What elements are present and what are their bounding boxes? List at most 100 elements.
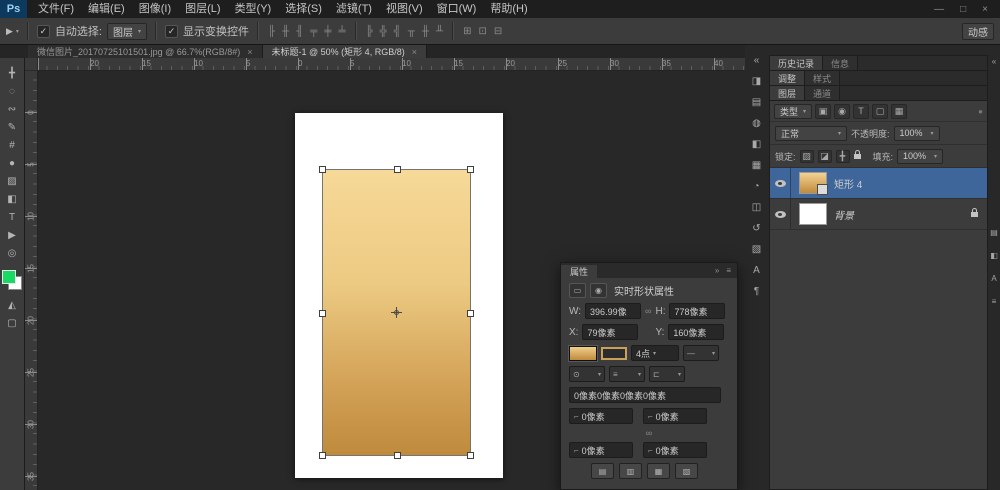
menu-filter[interactable]: 滤镜(T) — [329, 0, 379, 18]
tab-adjustments[interactable]: 调整 — [770, 71, 805, 85]
menu-image[interactable]: 图像(I) — [132, 0, 178, 18]
vertical-ruler[interactable]: 0 5 10 15 20 25 30 35 — [25, 70, 38, 490]
corner-radius-field-tl[interactable]: ⌐ 0像素 — [569, 408, 633, 424]
path-op-exclude-icon[interactable]: ▧ — [675, 463, 698, 479]
tab-info[interactable]: 信息 — [823, 56, 858, 70]
menu-file[interactable]: 文件(F) — [31, 0, 81, 18]
tool-preset-picker[interactable]: ▶ ▾ — [6, 26, 19, 37]
path-op-intersect-icon[interactable]: ▦ — [647, 463, 670, 479]
info-panel-icon[interactable]: ◍ — [752, 118, 761, 129]
filter-toggle-icon[interactable]: ● — [978, 107, 983, 116]
tab-history[interactable]: 历史记录 — [770, 56, 823, 70]
character-panel-icon[interactable]: A — [753, 265, 760, 276]
path-selection-tool[interactable]: ▶ — [0, 226, 25, 244]
lock-transparency-icon[interactable]: ▨ — [800, 150, 814, 163]
rectangle-shape[interactable] — [323, 170, 470, 455]
filter-adjustment-layers-icon[interactable]: ◉ — [834, 104, 850, 119]
layer-row-background[interactable]: 背景 — [770, 199, 987, 230]
close-tab-icon[interactable]: × — [412, 47, 417, 57]
filter-type-layers-icon[interactable]: T — [853, 104, 869, 119]
lock-position-icon[interactable]: ╋ — [836, 150, 850, 163]
brush-tool[interactable]: ● — [0, 154, 25, 172]
document-canvas[interactable] — [295, 113, 503, 478]
align-middle-icon[interactable]: ╪ — [323, 26, 332, 37]
panel-menu-icon[interactable]: ≡ — [726, 266, 731, 275]
quick-selection-tool[interactable]: ✎ — [0, 118, 25, 136]
lock-pixels-icon[interactable]: ◪ — [818, 150, 832, 163]
align-left-icon[interactable]: ╟ — [267, 26, 276, 37]
auto-select-dropdown[interactable]: 图层 ▾ — [107, 23, 147, 40]
paragraph-panel-icon[interactable]: ¶ — [754, 286, 759, 297]
distribute-left-icon[interactable]: ╥ — [407, 26, 416, 37]
workspace-switcher[interactable]: 动感 — [962, 23, 994, 40]
corner-radius-field-tr[interactable]: ⌐ 0像素 — [643, 408, 707, 424]
stroke-corners-dropdown[interactable]: ⊏ ▾ — [649, 366, 685, 382]
stroke-width-field[interactable]: 4点 ▾ — [631, 345, 679, 361]
type-tool[interactable]: T — [0, 208, 25, 226]
tab-channels[interactable]: 通道 — [805, 86, 840, 100]
collapse-panels-icon[interactable]: « — [754, 55, 760, 66]
foreground-color-swatch[interactable] — [2, 270, 16, 284]
layer-thumbnail[interactable] — [799, 203, 827, 225]
transform-handle[interactable] — [467, 166, 474, 173]
color-panel-icon[interactable]: ◧ — [990, 251, 998, 260]
transform-handle[interactable] — [394, 166, 401, 173]
layer-thumbnail[interactable] — [799, 172, 827, 194]
navigator-panel-icon[interactable]: ◨ — [752, 76, 761, 87]
stroke-align-dropdown[interactable]: ⊙ ▾ — [569, 366, 605, 382]
marquee-tool[interactable]: ◌ — [0, 82, 25, 100]
swatches-panel-icon[interactable]: ▤ — [990, 228, 998, 237]
adjustments-panel-icon[interactable]: ◔ — [753, 181, 759, 192]
transform-handle[interactable] — [319, 310, 326, 317]
stroke-style-dropdown[interactable]: — ▾ — [683, 345, 719, 361]
eye-icon[interactable] — [775, 180, 786, 187]
tab-properties[interactable]: 属性 — [561, 265, 597, 278]
layer-row-rectangle-4[interactable]: 矩形 4 — [770, 168, 987, 199]
screen-mode-icon[interactable]: ▢ — [0, 314, 25, 332]
eye-icon[interactable] — [775, 211, 786, 218]
x-field[interactable]: 79像素 — [582, 324, 638, 340]
corner-radius-field-bl[interactable]: ⌐ 0像素 — [569, 442, 633, 458]
layer-filter-dropdown[interactable]: 类型 ▾ — [774, 104, 812, 119]
crop-tool[interactable]: # — [0, 136, 25, 154]
move-tool[interactable]: ╋ — [0, 64, 25, 82]
transform-handle[interactable] — [394, 452, 401, 459]
link-dimensions-icon[interactable]: ∞ — [645, 306, 651, 316]
transform-handle[interactable] — [319, 452, 326, 459]
distribute-center-icon[interactable]: ╫ — [421, 26, 430, 37]
arrange-icon[interactable]: ⊟ — [493, 26, 503, 37]
filter-smart-objects-icon[interactable]: ▦ — [891, 104, 907, 119]
align-bottom-icon[interactable]: ╧ — [337, 26, 346, 37]
menu-view[interactable]: 视图(V) — [379, 0, 430, 18]
menu-type[interactable]: 类型(Y) — [228, 0, 279, 18]
menu-window[interactable]: 窗口(W) — [430, 0, 484, 18]
menu-select[interactable]: 选择(S) — [278, 0, 329, 18]
stroke-caps-dropdown[interactable]: ≡ ▾ — [609, 366, 645, 382]
filter-pixel-layers-icon[interactable]: ▣ — [815, 104, 831, 119]
collapse-panels-icon[interactable]: « — [992, 57, 996, 66]
restore-button[interactable]: □ — [960, 4, 966, 15]
layer-visibility-cell[interactable] — [770, 199, 791, 229]
panel-menu-icon[interactable]: ≡ — [992, 297, 997, 306]
color-panel-icon[interactable]: ◧ — [752, 139, 761, 150]
lasso-tool[interactable]: ∾ — [0, 100, 25, 118]
zoom-tool[interactable]: ◎ — [0, 244, 25, 262]
transform-handle[interactable] — [319, 166, 326, 173]
reference-point-icon[interactable] — [391, 307, 402, 318]
distribute-right-icon[interactable]: ╨ — [435, 26, 444, 37]
tab-layers[interactable]: 图层 — [770, 86, 805, 100]
blend-mode-dropdown[interactable]: 正常 ▾ — [775, 126, 847, 141]
history-panel-icon[interactable]: ↺ — [752, 223, 760, 234]
lock-all-icon[interactable] — [854, 154, 861, 159]
auto-align-icon[interactable]: ⊞ — [462, 26, 472, 37]
document-tab-2-active[interactable]: 未标题-1 @ 50% (矩形 4, RGB/8) × — [263, 45, 427, 58]
tab-styles[interactable]: 样式 — [805, 71, 840, 85]
gradient-tool[interactable]: ◧ — [0, 190, 25, 208]
mask-properties-icon[interactable]: ◉ — [590, 283, 607, 298]
3d-mode-icon[interactable]: ⊡ — [478, 26, 488, 37]
fill-field[interactable]: 100% ▾ — [897, 149, 943, 164]
y-field[interactable]: 160像素 — [668, 324, 724, 340]
document-tab-1[interactable]: 微信图片_20170725101501.jpg @ 66.7%(RGB/8#) … — [28, 45, 263, 58]
corner-radius-field-br[interactable]: ⌐ 0像素 — [643, 442, 707, 458]
align-top-icon[interactable]: ╤ — [309, 26, 318, 37]
